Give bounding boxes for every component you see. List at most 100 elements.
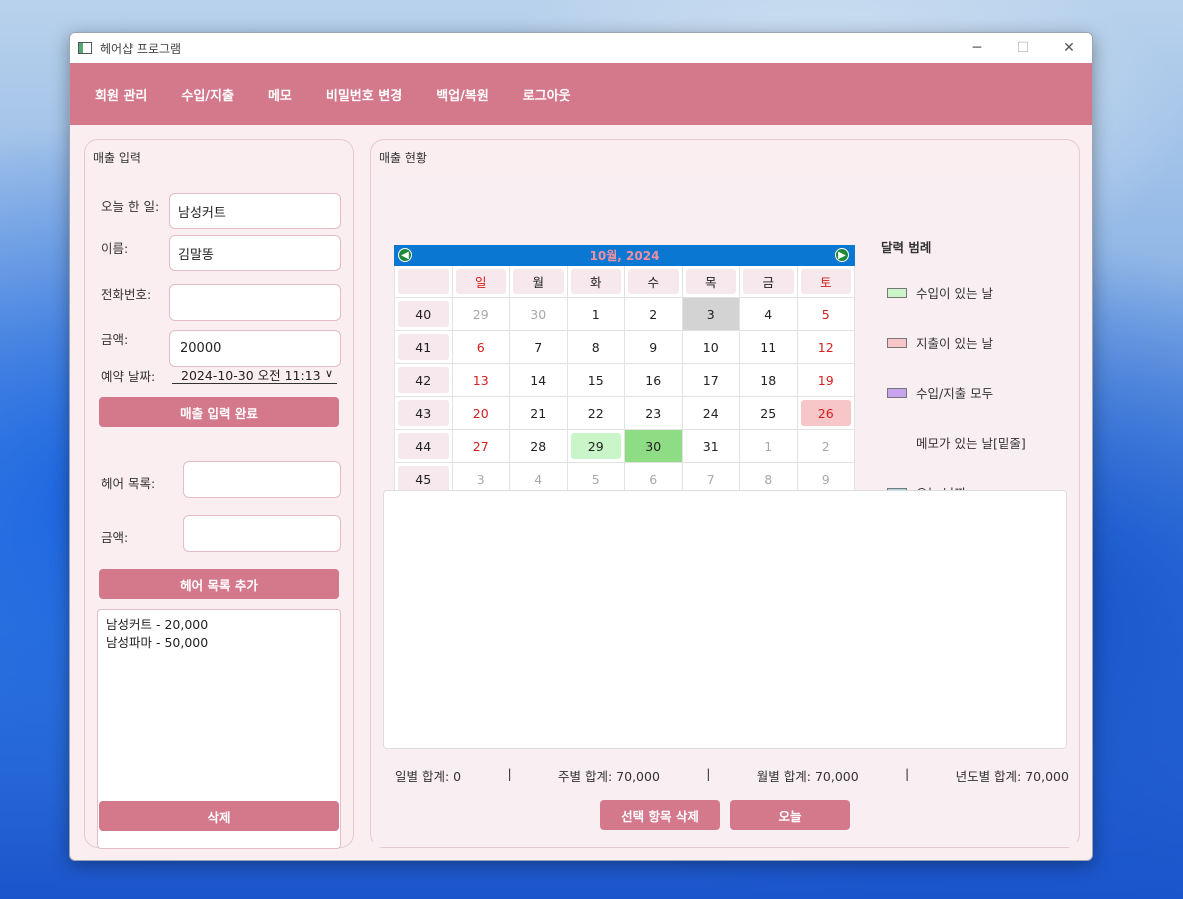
calendar-day[interactable]: 2 <box>797 430 855 463</box>
app-window: 헤어샵 프로그램 ─ ☐ ✕ 회원 관리 수입/지출 메모 비밀번호 변경 백업… <box>69 32 1093 861</box>
hair-list-field[interactable] <box>183 461 341 498</box>
calendar-day[interactable]: 10 <box>682 331 740 364</box>
calendar-day[interactable]: 18 <box>740 364 798 397</box>
weekday-header: 월 <box>510 266 568 298</box>
window-title: 헤어샵 프로그램 <box>100 41 182 56</box>
window-controls: ─ ☐ ✕ <box>954 33 1092 63</box>
list-item[interactable]: 남성파마 - 50,000 <box>106 634 332 652</box>
legend-title: 달력 범례 <box>881 240 932 255</box>
calendar-day[interactable]: 1 <box>740 430 798 463</box>
calendar-day[interactable]: 30 <box>625 430 683 463</box>
delete-hair-item-button[interactable]: 삭제 <box>99 801 339 831</box>
menu-item-logout[interactable]: 로그아웃 <box>523 85 571 104</box>
calendar-day[interactable]: 13 <box>452 364 510 397</box>
calendar-day[interactable]: 2 <box>625 298 683 331</box>
chevron-down-icon[interactable]: ∨ <box>325 367 333 380</box>
legend-label: 수입이 있는 날 <box>916 286 993 301</box>
reservation-date-picker[interactable]: 2024-10-30 오전 11:13 ∨ <box>172 366 337 384</box>
sales-status-panel: 매출 현황 ◀ 10월, 2024 ▶ 일 월 화 수 목 금 토 40 29 30… <box>370 139 1080 848</box>
next-month-icon[interactable]: ▶ <box>835 248 849 262</box>
menu-item-income-expense[interactable]: 수입/지출 <box>181 85 234 104</box>
phone-field[interactable] <box>169 284 341 321</box>
title-bar: 헤어샵 프로그램 ─ ☐ ✕ <box>70 33 1092 63</box>
submit-sales-button[interactable]: 매출 입력 완료 <box>99 397 339 427</box>
legend-income: 수입이 있는 날 <box>887 283 993 302</box>
minimize-icon[interactable]: ─ <box>954 33 1000 63</box>
calendar-day[interactable]: 9 <box>625 331 683 364</box>
calendar-day[interactable]: 24 <box>682 397 740 430</box>
calendar-day[interactable]: 29 <box>567 430 625 463</box>
calendar-day[interactable]: 4 <box>740 298 798 331</box>
sales-detail-list[interactable] <box>383 490 1067 749</box>
legend-label: 수입/지출 모두 <box>916 386 994 401</box>
calendar-day[interactable]: 5 <box>797 298 855 331</box>
calendar-day[interactable]: 26 <box>797 397 855 430</box>
menu-item-memo[interactable]: 메모 <box>268 85 292 104</box>
today-work-field[interactable]: 남성커트 <box>169 193 341 229</box>
legend-expense: 지출이 있는 날 <box>887 333 993 352</box>
week-number-header <box>395 266 453 298</box>
menu-item-backup-restore[interactable]: 백업/복원 <box>436 85 489 104</box>
calendar-day[interactable]: 23 <box>625 397 683 430</box>
close-icon[interactable]: ✕ <box>1046 33 1092 63</box>
weekday-header: 토 <box>797 266 855 298</box>
calendar-day[interactable]: 11 <box>740 331 798 364</box>
sales-status-title: 매출 현황 <box>379 151 427 165</box>
calendar-day[interactable]: 31 <box>682 430 740 463</box>
separator: | <box>706 766 711 781</box>
add-hair-item-button[interactable]: 헤어 목록 추가 <box>99 569 339 599</box>
menu-item-change-password[interactable]: 비밀번호 변경 <box>326 85 402 104</box>
calendar-day[interactable]: 27 <box>452 430 510 463</box>
amount-field[interactable]: 20000 <box>169 330 341 367</box>
list-item[interactable]: 남성커트 - 20,000 <box>106 616 332 634</box>
sales-input-panel: 매출 입력 오늘 한 일: 남성커트 이름: 김말똥 전화번호: 금액: 200… <box>84 139 354 849</box>
memo-swatch <box>887 438 907 448</box>
separator: | <box>507 766 512 781</box>
calendar-day[interactable]: 16 <box>625 364 683 397</box>
calendar-day[interactable]: 22 <box>567 397 625 430</box>
delete-selected-button[interactable]: 선택 항목 삭제 <box>600 800 720 830</box>
weekday-header: 금 <box>740 266 798 298</box>
sales-input-title: 매출 입력 <box>93 151 141 165</box>
calendar-day[interactable]: 19 <box>797 364 855 397</box>
week-number: 42 <box>395 364 453 397</box>
calendar-day[interactable]: 6 <box>452 331 510 364</box>
calendar-day[interactable]: 7 <box>510 331 568 364</box>
today-button[interactable]: 오늘 <box>730 800 850 830</box>
calendar-day[interactable]: 25 <box>740 397 798 430</box>
reservation-date-value: 2024-10-30 오전 11:13 <box>181 368 321 383</box>
hair-amount-label: 금액: <box>101 530 129 545</box>
calendar-day[interactable]: 21 <box>510 397 568 430</box>
sales-status-body: ◀ 10월, 2024 ▶ 일 월 화 수 목 금 토 40 29 30 1 2 3 4 5 4… <box>373 176 1077 847</box>
calendar-day[interactable]: 1 <box>567 298 625 331</box>
app-icon <box>78 42 92 54</box>
calendar-title[interactable]: 10월, 2024 <box>590 247 660 264</box>
calendar-day[interactable]: 12 <box>797 331 855 364</box>
name-field[interactable]: 김말똥 <box>169 235 341 271</box>
reservation-date-label: 예약 날짜: <box>101 369 156 384</box>
calendar-day[interactable]: 30 <box>510 298 568 331</box>
calendar-day[interactable]: 17 <box>682 364 740 397</box>
name-label: 이름: <box>101 241 129 256</box>
income-swatch <box>887 287 907 298</box>
legend-label: 지출이 있는 날 <box>916 336 993 351</box>
legend-memo: 메모가 있는 날[밑줄] <box>887 433 1026 452</box>
menu-item-members[interactable]: 회원 관리 <box>95 85 147 104</box>
weekly-total: 주별 합계: 70,000 <box>558 769 660 784</box>
weekday-header: 수 <box>625 266 683 298</box>
calendar-day[interactable]: 15 <box>567 364 625 397</box>
prev-month-icon[interactable]: ◀ <box>398 248 412 262</box>
calendar-day[interactable]: 14 <box>510 364 568 397</box>
hair-amount-field[interactable] <box>183 515 341 552</box>
weekday-header: 목 <box>682 266 740 298</box>
weekday-header: 화 <box>567 266 625 298</box>
calendar-day[interactable]: 8 <box>567 331 625 364</box>
calendar-header: ◀ 10월, 2024 ▶ <box>394 245 855 266</box>
calendar-day[interactable]: 28 <box>510 430 568 463</box>
calendar-day[interactable]: 3 <box>682 298 740 331</box>
calendar: ◀ 10월, 2024 ▶ 일 월 화 수 목 금 토 40 29 30 1 2 3 4 5 4… <box>394 245 855 496</box>
calendar-day[interactable]: 29 <box>452 298 510 331</box>
both-swatch <box>887 387 907 398</box>
calendar-day[interactable]: 20 <box>452 397 510 430</box>
legend-label: 메모가 있는 날[밑줄] <box>916 436 1026 451</box>
